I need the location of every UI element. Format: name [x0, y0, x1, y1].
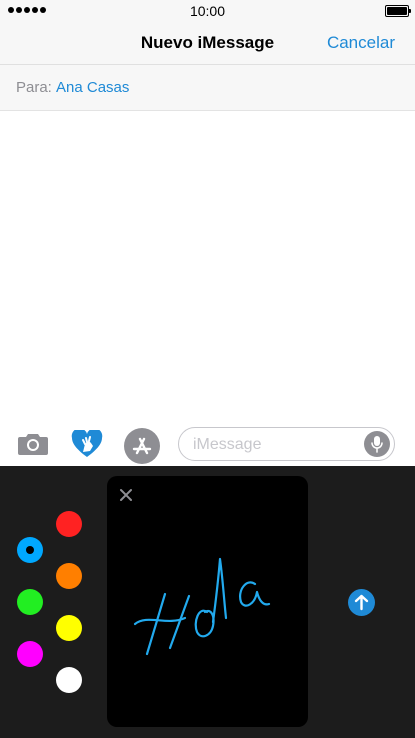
send-button[interactable] [348, 589, 375, 616]
heart-hand-icon[interactable] [71, 428, 103, 458]
digital-touch-panel [0, 466, 415, 738]
navigation-bar: Nuevo iMessage Cancelar [0, 22, 415, 65]
battery-icon [385, 5, 411, 17]
camera-icon[interactable] [17, 430, 49, 458]
color-swatch-white[interactable] [56, 667, 82, 693]
to-label: Para: [16, 79, 52, 96]
color-swatch-orange[interactable] [56, 563, 82, 589]
message-input-placeholder: iMessage [193, 436, 262, 453]
message-input-bar: iMessage [0, 423, 415, 466]
color-swatch-red[interactable] [56, 511, 82, 537]
recipient-field[interactable]: Para: Ana Casas [0, 65, 415, 111]
conversation-area [0, 111, 415, 423]
status-time: 10:00 [189, 3, 226, 19]
recipient-name[interactable]: Ana Casas [56, 79, 129, 96]
app-store-icon[interactable] [124, 428, 160, 464]
microphone-icon[interactable] [364, 431, 390, 457]
arrow-up-icon [354, 594, 369, 611]
message-input[interactable]: iMessage [178, 427, 395, 461]
color-swatch-yellow[interactable] [56, 615, 82, 641]
drawing-canvas[interactable] [107, 476, 308, 727]
cancel-button[interactable]: Cancelar [327, 33, 395, 53]
color-swatch-green[interactable] [17, 589, 43, 615]
status-bar: 10:00 [0, 0, 415, 22]
handwriting-hola [133, 557, 271, 656]
color-swatch-blue[interactable] [17, 537, 43, 563]
color-swatch-magenta[interactable] [17, 641, 43, 667]
